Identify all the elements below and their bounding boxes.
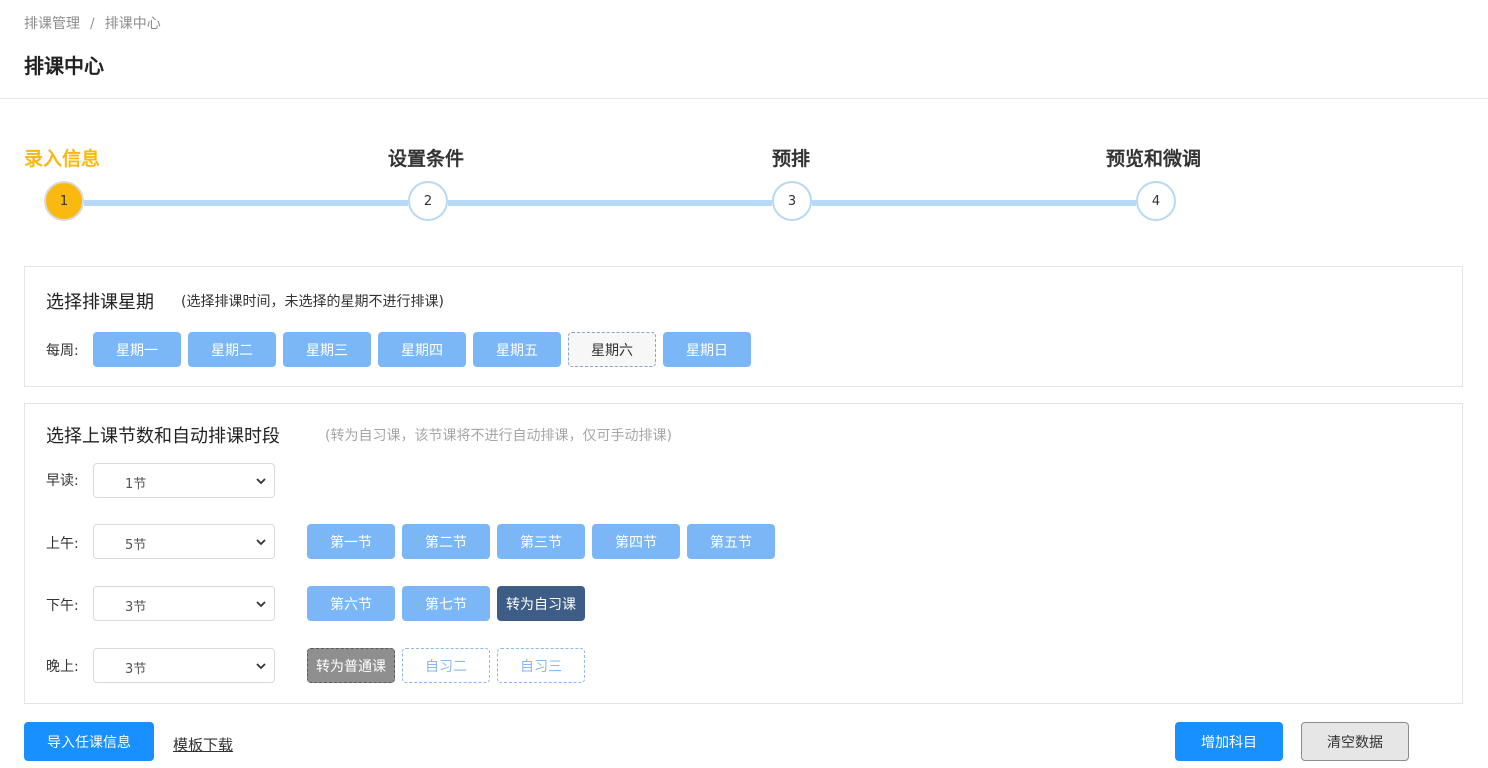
period-button-7[interactable]: 第七节 (402, 586, 490, 621)
step-connector (84, 200, 408, 206)
add-subject-button[interactable]: 增加科目 (1175, 722, 1283, 761)
chevron-down-icon (256, 601, 266, 608)
periods-panel-hint: (转为自习课，该节课将不进行自动排课，仅可手动排课) (325, 428, 672, 444)
period-button-6[interactable]: 第六节 (307, 586, 395, 621)
day-button-friday[interactable]: 星期五 (473, 332, 561, 367)
weekday-panel-title: 选择排课星期 (46, 292, 154, 313)
step-label-3: 预排 (772, 148, 811, 170)
page-title: 排课中心 (24, 54, 104, 78)
step-circle-3[interactable]: 3 (772, 181, 812, 221)
convert-to-regular-button[interactable]: 转为普通课 (307, 648, 395, 683)
step-label-1: 录入信息 (24, 148, 101, 170)
row-label-morning: 上午: (46, 536, 79, 552)
period-button-1[interactable]: 第一节 (307, 524, 395, 559)
afternoon-count-value: 3节 (125, 600, 147, 615)
template-download-link[interactable]: 模板下载 (173, 734, 233, 755)
import-teaching-info-button[interactable]: 导入任课信息 (24, 722, 154, 761)
breadcrumb: 排课管理 / 排课中心 (24, 13, 161, 33)
step-label-2: 设置条件 (388, 148, 465, 170)
breadcrumb-parent[interactable]: 排课管理 (24, 16, 80, 32)
convert-to-self-study-button[interactable]: 转为自习课 (497, 586, 585, 621)
period-button-3[interactable]: 第三节 (497, 524, 585, 559)
day-button-saturday[interactable]: 星期六 (568, 332, 656, 367)
step-circle-4[interactable]: 4 (1136, 181, 1176, 221)
step-label-4: 预览和微调 (1106, 148, 1202, 170)
step-circle-1[interactable]: 1 (44, 181, 84, 221)
day-button-thursday[interactable]: 星期四 (378, 332, 466, 367)
self-study-2-button[interactable]: 自习二 (402, 648, 490, 683)
chevron-down-icon (256, 478, 266, 485)
breadcrumb-current: 排课中心 (104, 16, 161, 32)
morning-count-value: 5节 (125, 538, 147, 553)
breadcrumb-separator: / (90, 16, 95, 32)
day-button-monday[interactable]: 星期一 (93, 332, 181, 367)
self-study-3-button[interactable]: 自习三 (497, 648, 585, 683)
step-connector (812, 200, 1136, 206)
period-button-2[interactable]: 第二节 (402, 524, 490, 559)
afternoon-count-select[interactable]: 3节 (93, 586, 275, 621)
evening-count-select[interactable]: 3节 (93, 648, 275, 683)
period-button-5[interactable]: 第五节 (687, 524, 775, 559)
period-button-4[interactable]: 第四节 (592, 524, 680, 559)
step-circle-2[interactable]: 2 (408, 181, 448, 221)
day-button-tuesday[interactable]: 星期二 (188, 332, 276, 367)
row-label-evening: 晚上: (46, 659, 79, 675)
weekly-label: 每周: (46, 343, 79, 359)
early-count-value: 1节 (125, 477, 147, 492)
step-connector (448, 200, 772, 206)
weekday-panel-hint: (选择排课时间，未选择的星期不进行排课) (181, 294, 444, 310)
row-label-early: 早读: (46, 473, 79, 489)
row-label-afternoon: 下午: (46, 598, 79, 614)
weekday-panel: 选择排课星期 (选择排课时间，未选择的星期不进行排课) 每周: 星期一 星期二 … (24, 266, 1463, 387)
periods-panel: 选择上课节数和自动排课时段 (转为自习课，该节课将不进行自动排课，仅可手动排课)… (24, 403, 1463, 704)
evening-count-value: 3节 (125, 662, 147, 677)
morning-count-select[interactable]: 5节 (93, 524, 275, 559)
periods-panel-title: 选择上课节数和自动排课时段 (46, 426, 280, 447)
early-count-select[interactable]: 1节 (93, 463, 275, 498)
header-divider (0, 98, 1488, 99)
day-button-sunday[interactable]: 星期日 (663, 332, 751, 367)
chevron-down-icon (256, 663, 266, 670)
day-button-wednesday[interactable]: 星期三 (283, 332, 371, 367)
chevron-down-icon (256, 539, 266, 546)
clear-data-button[interactable]: 清空数据 (1301, 722, 1409, 761)
